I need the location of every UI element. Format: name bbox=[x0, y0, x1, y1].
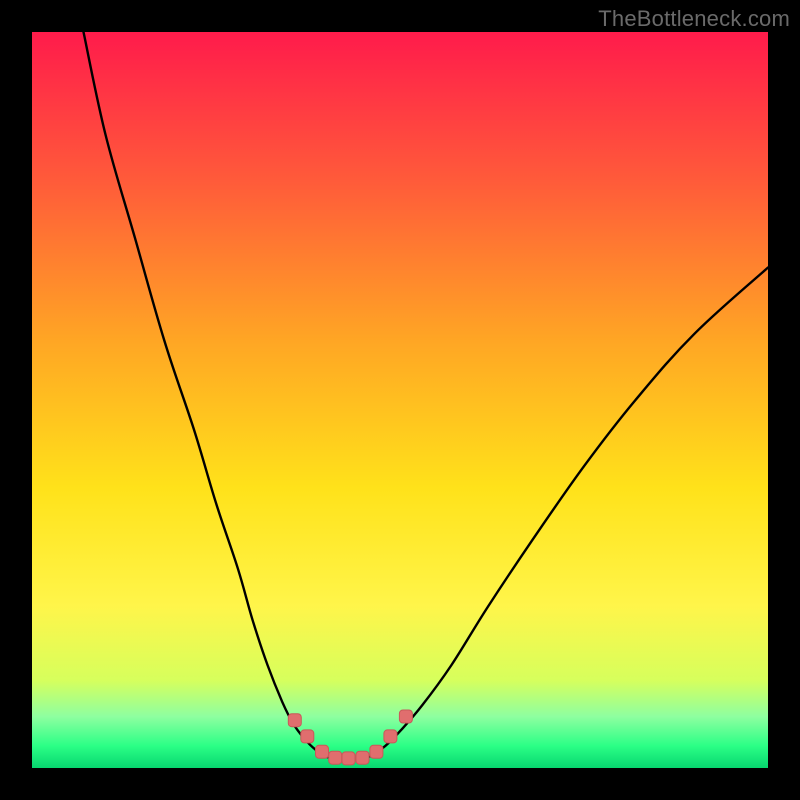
trough-markers bbox=[288, 710, 412, 765]
trough-marker bbox=[370, 745, 383, 758]
chart-frame: TheBottleneck.com bbox=[0, 0, 800, 800]
trough-marker bbox=[288, 714, 301, 727]
watermark-text: TheBottleneck.com bbox=[598, 6, 790, 32]
curve-right-branch bbox=[371, 268, 768, 757]
curves-layer bbox=[32, 32, 768, 768]
trough-marker bbox=[329, 751, 342, 764]
trough-marker bbox=[316, 745, 329, 758]
trough-marker bbox=[301, 730, 314, 743]
curve-left-branch bbox=[84, 32, 327, 757]
plot-area bbox=[32, 32, 768, 768]
trough-marker bbox=[384, 730, 397, 743]
trough-marker bbox=[356, 751, 369, 764]
trough-marker bbox=[342, 752, 355, 765]
trough-marker bbox=[399, 710, 412, 723]
